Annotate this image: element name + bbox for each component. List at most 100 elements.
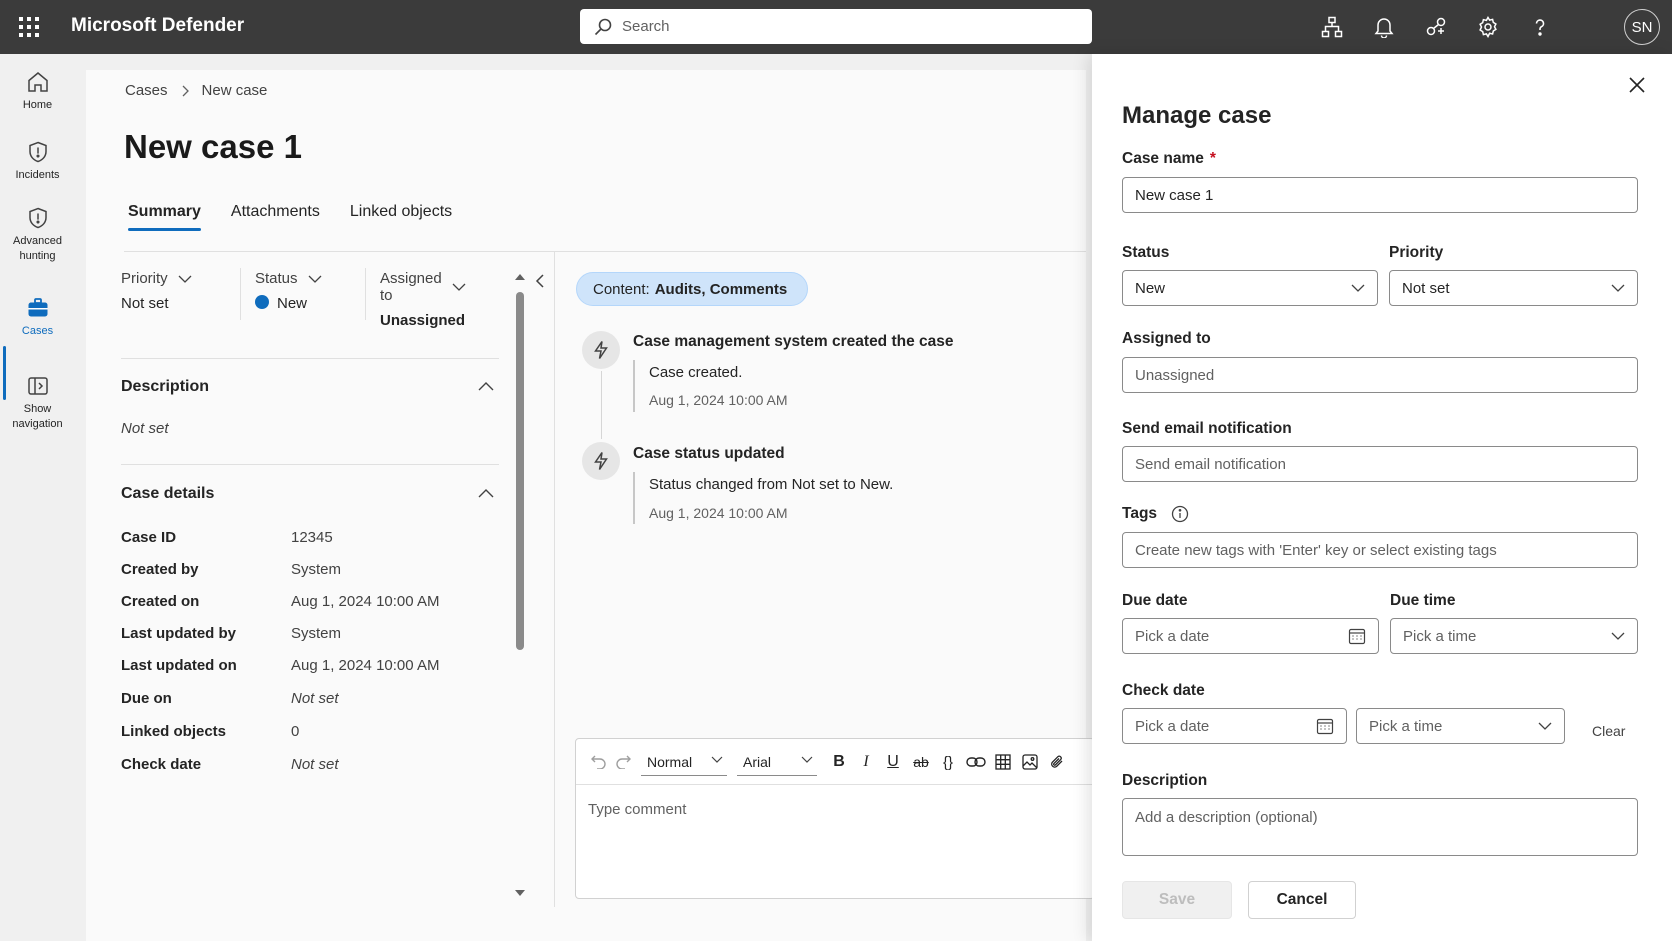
comment-input[interactable] bbox=[588, 801, 1078, 881]
chevron-down-icon bbox=[1538, 722, 1552, 730]
field-separator bbox=[365, 268, 366, 320]
page-title: New case 1 bbox=[124, 128, 302, 165]
manage-case-panel: Manage case Case name* Status New Priori… bbox=[1092, 54, 1672, 941]
priority-field[interactable]: Priority Not set bbox=[121, 270, 192, 312]
search-box[interactable] bbox=[580, 9, 1092, 44]
scroll-thumb[interactable] bbox=[516, 292, 524, 650]
description-value: Not set bbox=[121, 420, 169, 437]
lightning-icon bbox=[582, 331, 620, 369]
description-heading: Description bbox=[121, 378, 210, 395]
home-icon bbox=[26, 70, 50, 94]
rail-item-label: Show navigation bbox=[12, 403, 63, 431]
tags-label: Tags bbox=[1122, 505, 1189, 523]
tab-linked-objects[interactable]: Linked objects bbox=[350, 203, 452, 229]
status-select[interactable]: New bbox=[1122, 270, 1378, 306]
pane-separator bbox=[554, 252, 555, 907]
underline-icon[interactable]: U bbox=[884, 751, 902, 773]
app-title[interactable]: Microsoft Defender bbox=[71, 15, 244, 37]
chevron-left-icon bbox=[535, 274, 544, 288]
paragraph-style-select[interactable]: Normal bbox=[641, 748, 727, 776]
help-icon[interactable] bbox=[1526, 13, 1554, 41]
check-date-picker[interactable]: Pick a date bbox=[1122, 708, 1347, 744]
calendar-icon[interactable] bbox=[1348, 627, 1366, 645]
undo-icon[interactable] bbox=[590, 751, 608, 773]
code-icon[interactable]: {} bbox=[938, 751, 958, 773]
assigned-to-label: Assigned to bbox=[1122, 330, 1211, 347]
share-icon[interactable] bbox=[1422, 13, 1450, 41]
priority-select[interactable]: Not set bbox=[1389, 270, 1638, 306]
bell-icon[interactable] bbox=[1370, 13, 1398, 41]
bold-icon[interactable]: B bbox=[830, 751, 848, 773]
section-divider bbox=[121, 358, 499, 359]
tab-summary[interactable]: Summary bbox=[128, 203, 201, 231]
chevron-down-icon bbox=[1351, 284, 1365, 292]
scroll-down-arrow-icon bbox=[515, 890, 525, 896]
chevron-up-icon[interactable] bbox=[478, 489, 494, 498]
status-dot bbox=[255, 295, 269, 309]
activity-title: Case management system created the case bbox=[633, 333, 954, 350]
cancel-button[interactable]: Cancel bbox=[1248, 881, 1356, 919]
priority-label: Priority bbox=[121, 270, 168, 287]
rail-item-advanced-hunting[interactable]: Advanced hunting bbox=[0, 206, 75, 265]
save-button[interactable]: Save bbox=[1122, 881, 1232, 919]
font-select[interactable]: Arial bbox=[737, 748, 817, 776]
rail-item-label: Incidents bbox=[15, 169, 60, 181]
table-icon[interactable] bbox=[994, 751, 1012, 773]
case-name-input[interactable] bbox=[1122, 177, 1638, 213]
tab-list: Summary Attachments Linked objects bbox=[128, 203, 452, 231]
priority-label: Priority bbox=[1389, 244, 1444, 261]
rail-item-label: Cases bbox=[21, 325, 54, 337]
tabs-divider bbox=[124, 251, 1086, 252]
check-date-label: Check date bbox=[1122, 682, 1205, 699]
activity-text: Case created. bbox=[649, 364, 743, 381]
chevron-up-icon[interactable] bbox=[478, 382, 494, 391]
collapse-pane-button[interactable] bbox=[534, 273, 546, 289]
chevron-down-icon bbox=[1611, 284, 1625, 292]
due-time-select[interactable]: Pick a time bbox=[1390, 618, 1638, 654]
image-icon[interactable] bbox=[1021, 751, 1039, 773]
strikethrough-icon[interactable]: ab bbox=[911, 751, 931, 773]
clear-check-date-button[interactable]: Clear bbox=[1592, 723, 1625, 739]
assigned-to-input[interactable] bbox=[1122, 357, 1638, 393]
content-filter-pill[interactable]: Content: Audits, Comments bbox=[576, 272, 809, 306]
tags-input[interactable] bbox=[1122, 532, 1638, 568]
attachment-icon[interactable] bbox=[1048, 751, 1066, 773]
tab-attachments[interactable]: Attachments bbox=[231, 203, 320, 229]
activity-quote-bar bbox=[633, 472, 635, 524]
rail-item-incidents[interactable]: Incidents bbox=[0, 140, 75, 183]
email-notification-input[interactable] bbox=[1122, 446, 1638, 482]
activity-time: Aug 1, 2024 10:00 AM bbox=[649, 392, 788, 408]
avatar[interactable]: SN bbox=[1624, 9, 1660, 45]
top-bar: Microsoft Defender SN bbox=[0, 0, 1672, 54]
assigned-field[interactable]: Assigned to Unassigned bbox=[380, 270, 466, 329]
summary-scrollbar[interactable] bbox=[513, 272, 527, 902]
activity-time: Aug 1, 2024 10:00 AM bbox=[649, 505, 788, 521]
due-time-label: Due time bbox=[1390, 592, 1456, 609]
close-icon[interactable] bbox=[1628, 76, 1646, 94]
description-label: Description bbox=[1122, 772, 1208, 789]
redo-icon[interactable] bbox=[614, 751, 632, 773]
waffle-icon[interactable] bbox=[18, 16, 40, 38]
status-value: New bbox=[277, 295, 308, 312]
rail-item-cases[interactable]: Cases bbox=[0, 296, 75, 339]
search-input[interactable] bbox=[622, 18, 1062, 35]
info-icon[interactable] bbox=[1171, 505, 1189, 523]
calendar-icon[interactable] bbox=[1316, 717, 1334, 735]
rail-item-label: Advanced hunting bbox=[13, 235, 62, 263]
required-marker: * bbox=[1209, 150, 1216, 167]
description-input[interactable] bbox=[1122, 798, 1638, 856]
breadcrumb-cases-link[interactable]: Cases bbox=[125, 82, 168, 99]
org-chart-icon[interactable] bbox=[1318, 13, 1346, 41]
italic-icon[interactable]: I bbox=[857, 751, 875, 773]
rail-item-show-navigation[interactable]: Show navigation bbox=[0, 374, 75, 433]
panel-title: Manage case bbox=[1122, 102, 1272, 129]
due-date-picker[interactable]: Pick a date bbox=[1122, 618, 1379, 654]
rail-item-home[interactable]: Home bbox=[0, 70, 75, 113]
check-time-select[interactable]: Pick a time bbox=[1356, 708, 1565, 744]
timeline-connector bbox=[601, 371, 602, 439]
status-field[interactable]: Status New bbox=[255, 270, 322, 312]
search-icon bbox=[594, 18, 612, 36]
link-icon[interactable] bbox=[965, 751, 987, 773]
gear-icon[interactable] bbox=[1474, 13, 1502, 41]
section-divider bbox=[121, 464, 499, 465]
